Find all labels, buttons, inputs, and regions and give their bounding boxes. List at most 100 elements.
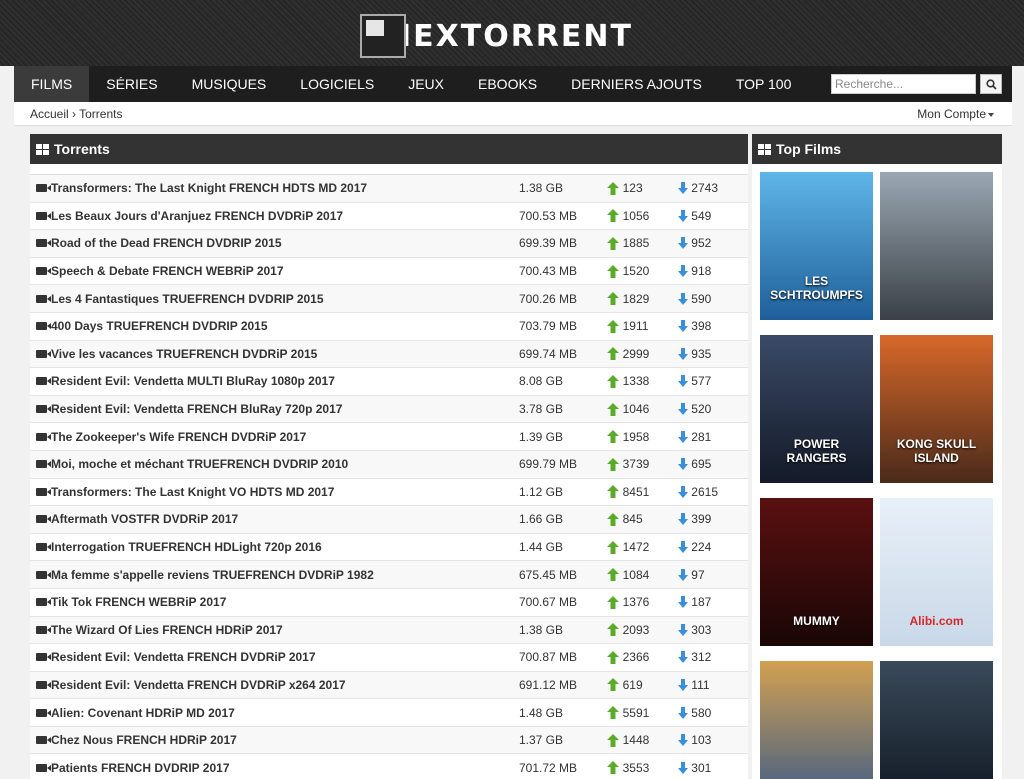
poster-smurfs[interactable]: LES SCHTROUMPFS	[760, 172, 873, 320]
torrent-title[interactable]: Resident Evil: Vendetta FRENCH DVDRiP 20…	[51, 650, 519, 664]
table-row[interactable]: Vive les vacances TRUEFRENCH DVDRiP 2015…	[30, 340, 748, 369]
table-row[interactable]: Resident Evil: Vendetta FRENCH DVDRiP x2…	[30, 671, 748, 700]
leechers-cell: 2615	[678, 485, 748, 499]
leechers-count: 577	[691, 374, 712, 389]
nav-item-ebooks[interactable]: EBOOKS	[461, 66, 554, 102]
leechers-cell: 303	[678, 623, 748, 637]
video-camera-icon	[36, 708, 51, 717]
torrent-title[interactable]: 400 Days TRUEFRENCH DVDRIP 2015	[51, 319, 519, 333]
arrow-up-icon	[606, 650, 619, 664]
table-row[interactable]: Aftermath VOSTFR DVDRiP 2017 1.66 GB 845 39…	[30, 506, 748, 534]
table-row[interactable]: Interrogation TRUEFRENCH HDLight 720p 20…	[30, 534, 748, 562]
poster-alibi[interactable]: Alibi.com	[880, 498, 993, 646]
poster-kong[interactable]: KONG SKULL ISLAND	[880, 335, 993, 483]
arrow-up-icon	[606, 678, 619, 692]
seeders-cell: 1448	[606, 733, 679, 747]
table-row[interactable]: Speech & Debate FRENCH WEBRiP 2017 700.43…	[30, 258, 748, 286]
table-row[interactable]: Resident Evil: Vendetta FRENCH BluRay 72…	[30, 395, 748, 424]
seeders-count: 3739	[622, 457, 650, 472]
torrent-title[interactable]: Les 4 Fantastiques TRUEFRENCH DVDRIP 201…	[51, 292, 519, 306]
table-row[interactable]: Chez Nous FRENCH HDRiP 2017 1.37 GB 1448 10…	[30, 726, 748, 755]
account-menu[interactable]: Mon Compte	[917, 107, 994, 121]
seeders-count: 123	[622, 181, 643, 196]
torrent-size: 691.12 MB	[518, 677, 578, 692]
table-row[interactable]: Patients FRENCH DVDRIP 2017 701.72 MB 3553…	[30, 754, 748, 779]
torrent-size: 8.08 GB	[518, 374, 564, 389]
seeders-cell: 1338	[606, 374, 679, 388]
torrent-title[interactable]: Aftermath VOSTFR DVDRiP 2017	[51, 512, 519, 526]
torrent-title[interactable]: Resident Evil: Vendetta FRENCH DVDRiP x2…	[51, 678, 519, 692]
leechers-count: 281	[691, 429, 712, 444]
torrent-title[interactable]: Ma femme s'appelle reviens TRUEFRENCH DV…	[51, 568, 519, 582]
table-row[interactable]: Les 4 Fantastiques TRUEFRENCH DVDRIP 201…	[30, 285, 748, 313]
nav-item-derniers-ajouts[interactable]: DERNIERS AJOUTS	[554, 66, 719, 102]
torrent-title[interactable]: Alien: Covenant HDRiP MD 2017	[51, 706, 519, 720]
arrow-up-icon	[606, 430, 619, 444]
table-row[interactable]: Moi, moche et méchant TRUEFRENCH DVDRIP …	[30, 450, 748, 479]
table-row[interactable]: Road of the Dead FRENCH DVDRIP 2015 699.3…	[30, 230, 748, 258]
torrent-title[interactable]: The Zookeeper's Wife FRENCH DVDRiP 2017	[51, 430, 519, 444]
torrent-title[interactable]: Speech & Debate FRENCH WEBRiP 2017	[51, 264, 519, 278]
leechers-cell: 520	[678, 402, 748, 416]
nav-item-top-100[interactable]: TOP 100	[719, 66, 809, 102]
seeders-count: 1084	[622, 567, 650, 582]
torrent-title[interactable]: Vive les vacances TRUEFRENCH DVDRiP 2015	[51, 347, 519, 361]
torrent-title[interactable]: Transformers: The Last Knight FRENCH HDT…	[51, 181, 519, 195]
leechers-cell: 281	[678, 430, 748, 444]
torrent-title[interactable]: Interrogation TRUEFRENCH HDLight 720p 20…	[51, 540, 519, 554]
poster-power-rangers[interactable]: POWER RANGERS	[760, 335, 873, 483]
torrent-title[interactable]: Resident Evil: Vendetta FRENCH BluRay 72…	[51, 402, 519, 416]
leechers-count: 590	[691, 291, 712, 306]
arrow-down-icon	[678, 678, 689, 691]
nav-item-jeux[interactable]: JEUX	[391, 66, 461, 102]
table-row[interactable]: Les Beaux Jours d'Aranjuez FRENCH DVDRiP…	[30, 203, 748, 231]
torrent-size: 701.72 MB	[518, 760, 578, 775]
nav-item-logiciels[interactable]: LOGICIELS	[283, 66, 391, 102]
torrent-size: 675.45 MB	[518, 567, 578, 582]
search-icon	[985, 78, 997, 90]
torrent-size: 699.79 MB	[518, 457, 578, 472]
video-camera-icon	[36, 763, 51, 772]
seeders-cell: 619	[606, 678, 679, 692]
poster-mummy[interactable]: MUMMY	[760, 498, 873, 646]
table-row[interactable]: Ma femme s'appelle reviens TRUEFRENCH DV…	[30, 561, 748, 589]
poster-fast-furious[interactable]	[880, 172, 993, 320]
search-input[interactable]	[831, 74, 976, 94]
torrent-title[interactable]: Chez Nous FRENCH HDRiP 2017	[51, 733, 519, 747]
arrow-down-icon	[678, 430, 689, 443]
nav-item-s-ries[interactable]: SÉRIES	[89, 66, 174, 102]
table-row[interactable]: Alien: Covenant HDRiP MD 2017 1.48 GB 5591…	[30, 699, 748, 727]
seeders-cell: 1829	[606, 292, 679, 306]
table-row[interactable]: The Zookeeper's Wife FRENCH DVDRiP 2017 1…	[30, 423, 748, 451]
table-row[interactable]: Transformers: The Last Knight VO HDTS MD…	[30, 479, 748, 507]
arrow-down-icon	[678, 651, 689, 664]
torrent-title[interactable]: Tik Tok FRENCH WEBRiP 2017	[51, 595, 519, 609]
torrent-title[interactable]: Transformers: The Last Knight VO HDTS MD…	[51, 485, 519, 499]
leechers-cell: 695	[678, 457, 748, 471]
nav-item-films[interactable]: FILMS	[14, 66, 90, 102]
poster-life[interactable]: LIFE	[880, 661, 993, 779]
seeders-cell: 845	[606, 512, 679, 526]
seeders-cell: 1056	[606, 209, 679, 223]
search-button[interactable]	[980, 74, 1002, 94]
arrow-down-icon	[678, 706, 689, 719]
table-row[interactable]: Transformers: The Last Knight FRENCH HDT…	[30, 175, 748, 203]
torrent-title[interactable]: Resident Evil: Vendetta MULTI BluRay 108…	[51, 374, 519, 388]
poster-wonder-woman[interactable]	[760, 661, 873, 779]
nav-item-musiques[interactable]: MUSIQUES	[175, 66, 284, 102]
torrent-title[interactable]: The Wizard Of Lies FRENCH HDRiP 2017	[51, 623, 519, 637]
torrent-title[interactable]: Moi, moche et méchant TRUEFRENCH DVDRIP …	[51, 457, 519, 471]
torrent-title[interactable]: Patients FRENCH DVDRIP 2017	[51, 761, 519, 775]
torrent-title[interactable]: Les Beaux Jours d'Aranjuez FRENCH DVDRiP…	[51, 209, 519, 223]
torrent-title[interactable]: Road of the Dead FRENCH DVDRIP 2015	[51, 236, 519, 250]
table-row[interactable]: Resident Evil: Vendetta FRENCH DVDRiP 20…	[30, 644, 748, 672]
torrent-table: Transformers: The Last Knight FRENCH HDT…	[30, 174, 748, 779]
table-row[interactable]: The Wizard Of Lies FRENCH HDRiP 2017 1.38…	[30, 616, 748, 645]
search-form	[831, 74, 1002, 94]
table-row[interactable]: 400 Days TRUEFRENCH DVDRIP 2015 703.79 MB…	[30, 313, 748, 341]
table-row[interactable]: Resident Evil: Vendetta MULTI BluRay 108…	[30, 368, 748, 396]
breadcrumb[interactable]: Accueil › Torrents	[30, 107, 122, 121]
table-row[interactable]: Tik Tok FRENCH WEBRiP 2017 700.67 MB 1376 1…	[30, 589, 748, 617]
leechers-count: 520	[691, 402, 712, 417]
site-logo[interactable]: NEXTORRENT	[360, 14, 633, 58]
